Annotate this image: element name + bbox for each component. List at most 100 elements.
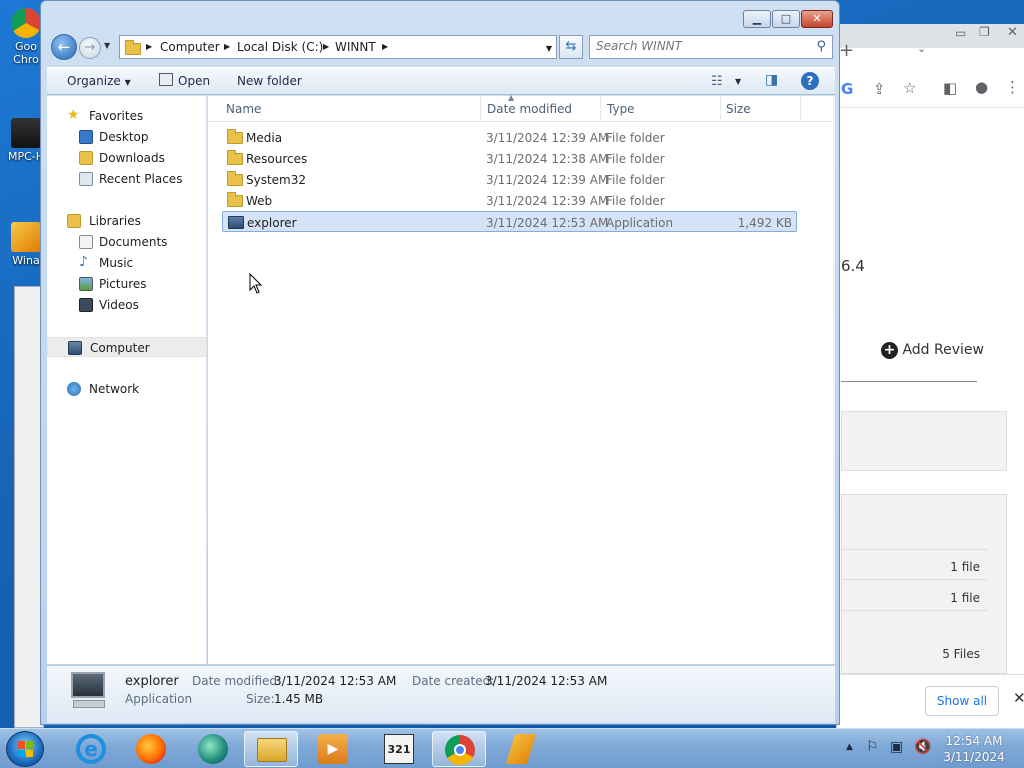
- internet-explorer-icon: e: [76, 734, 106, 764]
- column-size[interactable]: Size: [726, 102, 751, 116]
- browser-close-button[interactable]: ✕: [1007, 25, 1018, 40]
- column-date-modified[interactable]: Date modified: [487, 102, 572, 116]
- column-type[interactable]: Type: [607, 102, 635, 116]
- browser-minimize-button[interactable]: ▭: [955, 26, 966, 40]
- taskbar-file-explorer[interactable]: [244, 731, 298, 767]
- nav-network[interactable]: Network: [47, 379, 207, 399]
- taskbar-chrome[interactable]: [432, 731, 486, 767]
- add-review-button[interactable]: + Add Review: [881, 342, 984, 359]
- file-row-system32[interactable]: System32 3/11/2024 12:39 AM File folder: [222, 169, 797, 190]
- folder-icon: [125, 40, 141, 55]
- history-dropdown-icon[interactable]: ▼: [104, 41, 110, 50]
- bookmark-star-icon[interactable]: ☆: [903, 79, 916, 97]
- column-divider[interactable]: [480, 96, 481, 122]
- desktop-icon-label: Goo Chro: [13, 40, 39, 66]
- file-row-web[interactable]: Web 3/11/2024 12:39 AM File folder: [222, 190, 797, 211]
- search-input[interactable]: [596, 39, 806, 53]
- new-tab-button[interactable]: +: [839, 40, 854, 61]
- view-options-icon[interactable]: ☷: [711, 74, 723, 89]
- file-row-explorer[interactable]: explorer 3/11/2024 12:53 AM Application …: [222, 211, 797, 232]
- nav-videos[interactable]: Videos: [47, 295, 207, 315]
- taskbar-chat-app[interactable]: [186, 731, 240, 767]
- breadcrumb-computer[interactable]: Computer: [160, 40, 220, 54]
- address-dropdown-icon[interactable]: ▼: [546, 44, 552, 53]
- maximize-button[interactable]: □: [772, 10, 800, 28]
- file-list: ▲ Name Date modified Type Size Media 3/1…: [208, 93, 835, 664]
- network-tray-icon[interactable]: ▣: [890, 739, 903, 755]
- taskbar-mpc-hc[interactable]: 321: [372, 731, 426, 767]
- desktop-icon: [79, 130, 93, 144]
- file-row-resources[interactable]: Resources 3/11/2024 12:38 AM File folder: [222, 148, 797, 169]
- chevron-down-icon: ▼: [124, 78, 131, 87]
- firefox-icon: [136, 734, 166, 764]
- back-button[interactable]: ←: [51, 34, 77, 60]
- minimize-button[interactable]: ▁: [743, 10, 771, 28]
- folder-icon: [227, 192, 243, 207]
- share-icon[interactable]: ⇪: [873, 80, 886, 98]
- taskbar-firefox[interactable]: [124, 731, 178, 767]
- forward-button[interactable]: →: [79, 37, 101, 59]
- file-date: 3/11/2024 12:39 AM: [486, 173, 609, 187]
- file-name: Resources: [246, 152, 308, 166]
- show-all-button[interactable]: Show all: [925, 686, 999, 716]
- side-panel-icon[interactable]: ◧: [943, 79, 957, 97]
- breadcrumb-winnt[interactable]: WINNT: [335, 40, 376, 54]
- chevron-right-icon[interactable]: ▶: [323, 42, 329, 51]
- address-bar[interactable]: ▶ Computer ▶ Local Disk (C:) ▶ WINNT ▶ ▼: [119, 35, 557, 59]
- taskbar-internet-explorer[interactable]: e: [64, 731, 118, 767]
- open-button[interactable]: Open: [178, 74, 210, 88]
- chrome-icon: [11, 8, 41, 38]
- column-divider[interactable]: [720, 96, 721, 122]
- nav-label: Downloads: [99, 151, 165, 165]
- divider: [842, 610, 988, 611]
- new-folder-button[interactable]: New folder: [237, 74, 302, 88]
- help-icon[interactable]: ?: [801, 72, 819, 90]
- divider: [841, 381, 977, 382]
- close-downloads-icon[interactable]: ✕: [1013, 689, 1024, 707]
- clock-time: 12:54 AM: [945, 734, 1003, 748]
- panel-box: [841, 411, 1007, 471]
- media-player-icon: ▶: [318, 734, 348, 764]
- file-date: 3/11/2024 12:39 AM: [486, 131, 609, 145]
- column-divider[interactable]: [800, 96, 801, 122]
- action-center-flag-icon[interactable]: ⚐: [866, 739, 879, 755]
- start-button[interactable]: [6, 731, 44, 767]
- tab-search-icon[interactable]: ⌄: [917, 42, 926, 55]
- nav-documents[interactable]: Documents: [47, 232, 207, 252]
- preview-pane-icon[interactable]: ◨: [765, 72, 778, 88]
- nav-pictures[interactable]: Pictures: [47, 274, 207, 294]
- view-dropdown-icon[interactable]: ▼: [735, 77, 741, 86]
- organize-button[interactable]: Organize ▼: [67, 74, 131, 88]
- profile-avatar-icon[interactable]: ●: [975, 78, 988, 96]
- chevron-right-icon[interactable]: ▶: [382, 42, 388, 51]
- taskbar-winamp[interactable]: [494, 731, 548, 767]
- breadcrumb-local-disk[interactable]: Local Disk (C:): [237, 40, 323, 54]
- details-size-label: Size:: [246, 692, 275, 706]
- nav-downloads[interactable]: Downloads: [47, 148, 207, 168]
- column-name[interactable]: Name: [226, 102, 261, 116]
- taskbar-media-player[interactable]: ▶: [306, 731, 360, 767]
- system-clock[interactable]: 12:54 AM 3/11/2024: [936, 733, 1012, 765]
- chevron-right-icon[interactable]: ▶: [224, 42, 230, 51]
- nav-libraries[interactable]: Libraries: [47, 211, 207, 231]
- nav-recent-places[interactable]: Recent Places: [47, 169, 207, 189]
- nav-desktop[interactable]: Desktop: [47, 127, 207, 147]
- browser-maximize-button[interactable]: ❐: [979, 25, 990, 39]
- scrollbar[interactable]: [833, 96, 835, 664]
- close-button[interactable]: ✕: [801, 10, 833, 28]
- search-icon[interactable]: ⚲: [816, 39, 826, 54]
- nav-computer[interactable]: Computer: [47, 337, 207, 357]
- column-divider[interactable]: [600, 96, 601, 122]
- file-row-media[interactable]: Media 3/11/2024 12:39 AM File folder: [222, 127, 797, 148]
- refresh-button[interactable]: ⇆: [559, 35, 583, 59]
- folder-icon: [227, 171, 243, 186]
- browser-menu-icon[interactable]: ⋮: [1005, 78, 1020, 96]
- search-box[interactable]: ⚲: [589, 35, 833, 59]
- show-hidden-icons[interactable]: ▲: [846, 742, 853, 752]
- column-header: ▲ Name Date modified Type Size: [208, 93, 835, 122]
- minimize-icon: ▁: [752, 12, 762, 25]
- volume-muted-icon[interactable]: 🔇: [914, 739, 931, 755]
- nav-music[interactable]: ♪ Music: [47, 253, 207, 273]
- back-arrow-icon: ←: [57, 38, 71, 56]
- nav-favorites[interactable]: ★ Favorites: [47, 106, 207, 126]
